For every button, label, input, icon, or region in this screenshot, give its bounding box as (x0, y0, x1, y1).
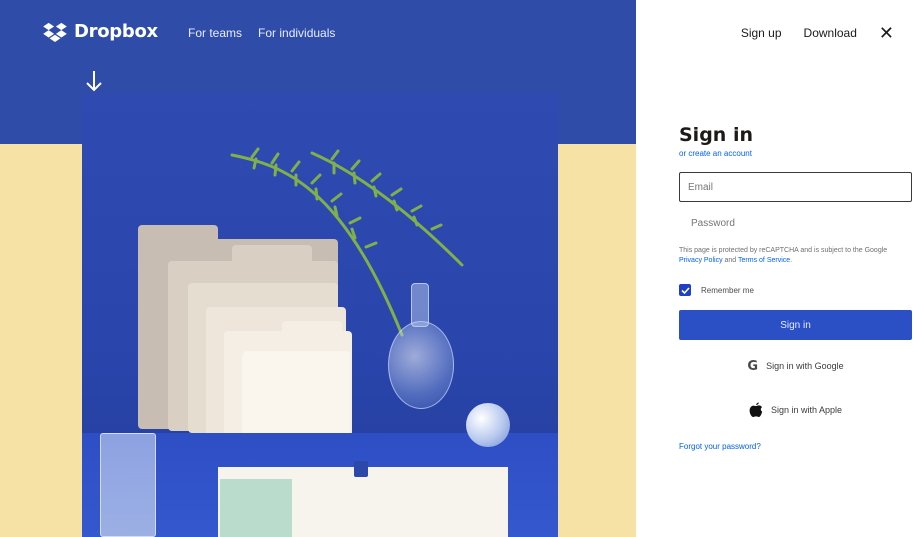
folder-tab (232, 245, 312, 263)
dropbox-logo-icon (43, 22, 67, 42)
green-card (220, 479, 292, 537)
apple-icon (749, 402, 763, 417)
google-icon: G (747, 358, 759, 374)
google-signin-button[interactable]: G Sign in with Google (679, 348, 912, 384)
water-glass (100, 433, 156, 537)
create-account-link[interactable]: or create an account (679, 149, 912, 158)
notice-prefix: This page is protected by reCAPTCHA and … (679, 247, 888, 254)
privacy-policy-link[interactable]: Privacy Policy (679, 257, 723, 264)
nav-for-individuals[interactable]: For individuals (258, 26, 335, 40)
folder-tab (282, 321, 342, 339)
signin-form: Sign in or create an account This page i… (679, 124, 912, 451)
google-signin-label: Sign in with Google (766, 361, 844, 371)
signup-link[interactable]: Sign up (741, 26, 782, 40)
terms-link[interactable]: Terms of Service (738, 257, 790, 264)
checkmark-icon (680, 286, 690, 294)
notice-suffix: . (790, 257, 793, 264)
recaptcha-notice: This page is protected by reCAPTCHA and … (679, 246, 911, 266)
download-link[interactable]: Download (804, 26, 857, 40)
remember-me-checkbox[interactable] (679, 284, 691, 296)
nav-for-teams[interactable]: For teams (188, 26, 242, 40)
page: Dropbox For teams For individuals Sign u… (0, 0, 914, 537)
header-links: Sign up Download ✕ (741, 24, 894, 42)
email-field[interactable] (679, 172, 912, 202)
notice-and: and (722, 257, 739, 264)
hero-panel: Dropbox For teams For individuals (0, 0, 636, 537)
remember-me-label: Remember me (701, 285, 754, 295)
binder-clip (354, 461, 368, 477)
forgot-password-link[interactable]: Forgot your password? (679, 442, 912, 451)
arrow-down-icon[interactable] (86, 70, 102, 92)
top-navigation: For teams For individuals (188, 26, 335, 40)
signin-button[interactable]: Sign in (679, 310, 912, 340)
apple-signin-label: Sign in with Apple (770, 405, 843, 415)
glass-vase (388, 321, 454, 409)
hero-photo (82, 93, 558, 537)
apple-signin-button[interactable]: Sign in with Apple (679, 392, 912, 428)
brand-logo[interactable]: Dropbox (42, 21, 158, 42)
remember-me-row[interactable]: Remember me (679, 284, 912, 296)
glass-sphere (466, 403, 510, 447)
folder-shape (242, 351, 350, 441)
signin-title: Sign in (679, 124, 753, 146)
close-icon[interactable]: ✕ (879, 24, 894, 42)
brand-name: Dropbox (74, 21, 158, 42)
password-field[interactable] (679, 210, 912, 236)
folder-tab (138, 225, 218, 243)
